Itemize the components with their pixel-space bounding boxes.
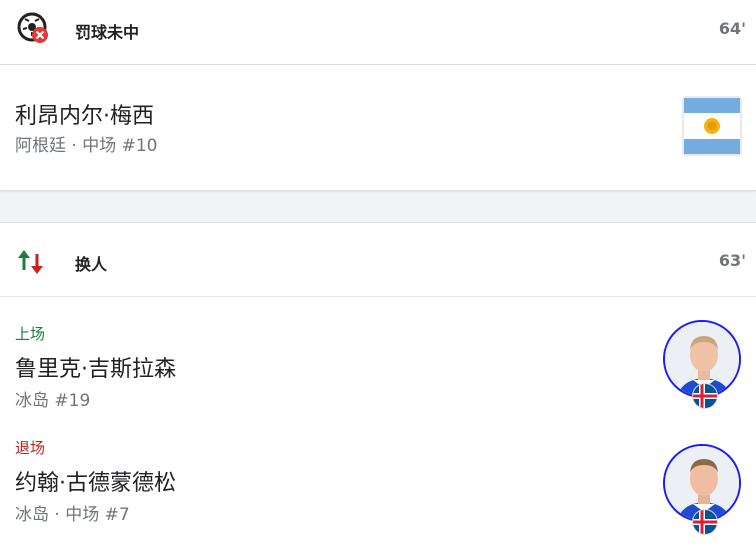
player-meta: 阿根廷 · 中场 #10 xyxy=(15,136,158,156)
substitution-event-card[interactable]: 换人 63' 上场 鲁里克·吉斯拉森 冰岛 #19 退场 约翰·古德蒙德松 冰岛… xyxy=(0,222,756,553)
missed-penalty-event-card[interactable]: 罚球未中 64' 利昂内尔·梅西 阿根廷 · 中场 #10 xyxy=(0,0,756,191)
player-in-name[interactable]: 鲁里克·吉斯拉森 xyxy=(15,351,176,383)
event-title: 罚球未中 xyxy=(75,23,140,42)
event-minute: 63' xyxy=(718,251,746,270)
iceland-flag xyxy=(693,510,717,534)
event-header: 罚球未中 64' xyxy=(0,0,756,65)
player-name[interactable]: 利昂内尔·梅西 xyxy=(15,98,154,130)
argentina-flag xyxy=(682,96,742,156)
missed-penalty-icon xyxy=(15,12,53,50)
player-out-label: 退场 xyxy=(15,439,46,457)
player-out-meta: 冰岛 · 中场 #7 xyxy=(15,505,130,525)
event-minute: 64' xyxy=(718,19,746,38)
event-title: 换人 xyxy=(75,255,108,274)
substitution-icon xyxy=(15,246,49,282)
player-out-name[interactable]: 约翰·古德蒙德松 xyxy=(15,465,176,497)
iceland-flag xyxy=(693,384,717,408)
event-header: 换人 63' xyxy=(0,223,756,297)
player-in-meta: 冰岛 #19 xyxy=(15,391,91,411)
player-in-label: 上场 xyxy=(15,325,46,343)
